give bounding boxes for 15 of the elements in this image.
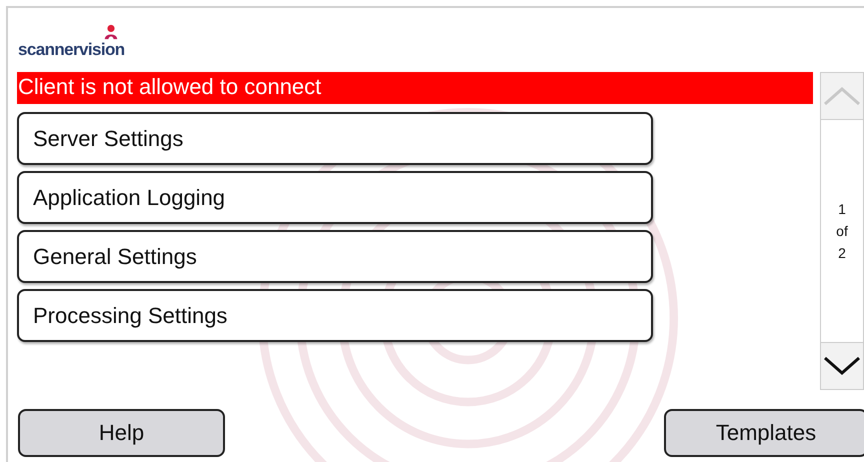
page-total: 2 bbox=[838, 245, 846, 261]
menu-button[interactable]: Server Settings bbox=[17, 112, 653, 165]
logo-wordmark: scannervision bbox=[18, 40, 125, 60]
footer-button[interactable]: Help bbox=[18, 409, 225, 457]
menu-button[interactable]: Application Logging bbox=[17, 171, 653, 224]
page-number: 1 bbox=[838, 201, 846, 217]
page-of-label: of bbox=[836, 223, 848, 239]
chevron-down-icon bbox=[822, 355, 862, 377]
footer-button[interactable]: Templates bbox=[664, 409, 864, 457]
menu-button[interactable]: General Settings bbox=[17, 230, 653, 283]
figure-icon bbox=[102, 24, 120, 40]
error-banner: Client is not allowed to connect bbox=[17, 72, 813, 104]
chevron-up-icon bbox=[822, 85, 862, 107]
scroll-down-button[interactable] bbox=[821, 343, 863, 389]
menu-button[interactable]: Processing Settings bbox=[17, 289, 653, 342]
